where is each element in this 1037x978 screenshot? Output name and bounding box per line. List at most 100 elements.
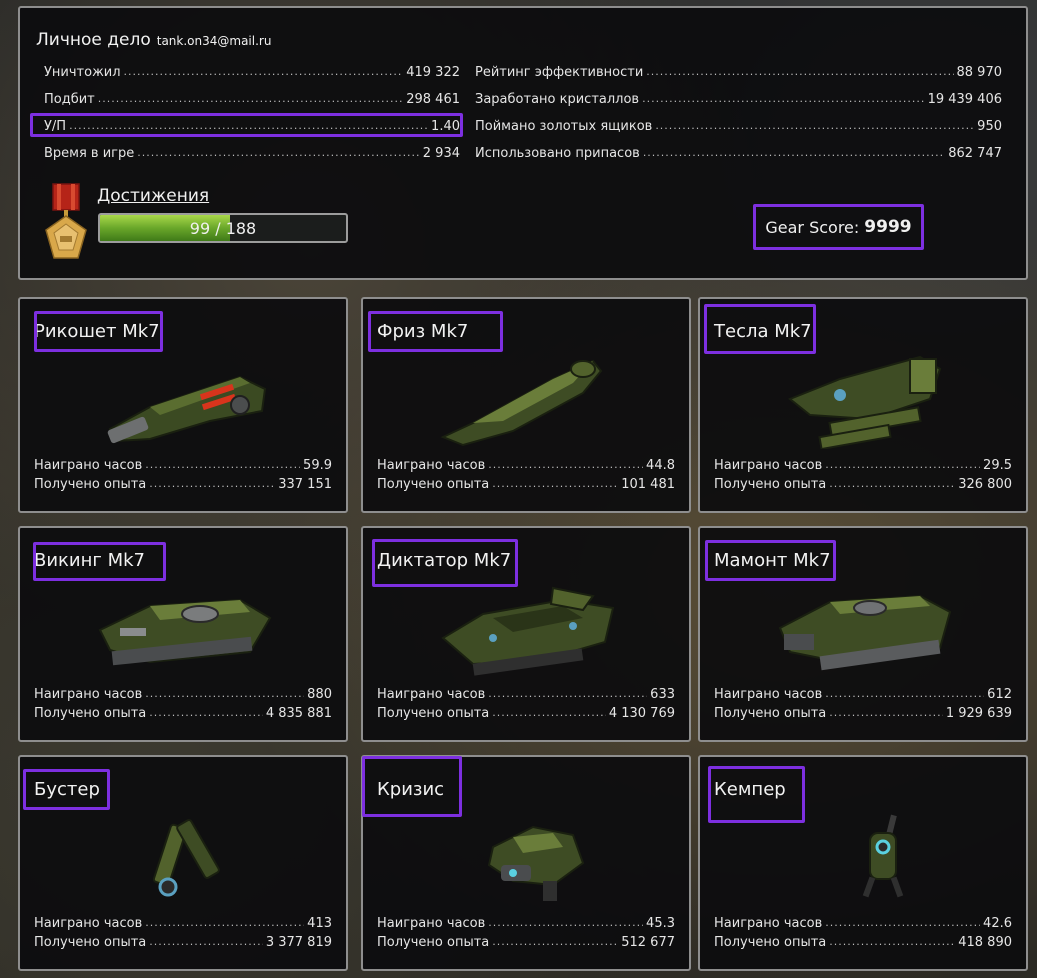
experience-row: Получено опыта 101 481 <box>377 472 675 492</box>
stat-value: 2 934 <box>422 146 460 161</box>
crisis-drone-icon <box>487 825 585 901</box>
achievements-progress-text: 99 / 188 <box>189 219 257 238</box>
equipment-card-viking[interactable]: Викинг Mk7 Наиграно часов880 Получено оп… <box>18 526 348 742</box>
card-title-highlight <box>34 311 163 352</box>
experience-row: Получено опыта 4 130 769 <box>377 701 675 721</box>
stat-label: Получено опыта <box>377 935 490 950</box>
gear-score-value: 9999 <box>864 217 912 237</box>
achievements-link[interactable]: Достижения <box>97 186 209 206</box>
experience-row: Получено опыта 512 677 <box>377 930 675 950</box>
stat-label: Подбит <box>44 92 95 107</box>
card-title-highlight <box>33 542 166 581</box>
stat-label: Наиграно часов <box>377 687 486 702</box>
stat-row-supplies-used: Использовано припасов 862 747 <box>475 141 1002 161</box>
stat-label: Получено опыта <box>34 477 147 492</box>
gear-score-box: Gear Score: 9999 <box>753 204 924 250</box>
stat-value: 4 835 881 <box>265 706 332 721</box>
experience-row: Получено опыта 4 835 881 <box>34 701 332 721</box>
stat-value: 45.3 <box>646 916 675 931</box>
camper-drone-icon <box>862 814 904 898</box>
stat-label: Получено опыта <box>714 706 827 721</box>
equipment-card-camper[interactable]: Кемпер Наиграно часов42.6 Получено опыта… <box>698 755 1028 971</box>
gear-score-label: Gear Score: <box>765 217 860 237</box>
stat-label: Наиграно часов <box>714 687 823 702</box>
stat-value: 413 <box>307 916 332 931</box>
stat-row-kills: Уничтожил 419 322 <box>44 60 460 80</box>
stat-value: 4 130 769 <box>608 706 675 721</box>
card-title-highlight <box>368 311 503 352</box>
stat-row-play-time: Время в игре 2 934 <box>44 141 460 161</box>
stat-label: Время в игре <box>44 146 135 161</box>
stat-label: Наиграно часов <box>34 687 143 702</box>
stat-label: Получено опыта <box>34 935 147 950</box>
kd-highlight-box <box>30 113 463 137</box>
stat-label: Наиграно часов <box>377 916 486 931</box>
profile-panel: Личное дело tank.on34@mail.ru Уничтожил 41… <box>18 6 1028 280</box>
profile-email: tank.on34@mail.ru <box>156 34 272 48</box>
experience-row: Получено опыта 1 929 639 <box>714 701 1012 721</box>
hours-played-row: Наиграно часов 880 <box>34 682 332 702</box>
stat-value: 612 <box>987 687 1012 702</box>
card-title-highlight <box>704 304 816 354</box>
stat-value: 880 <box>307 687 332 702</box>
card-title-highlight <box>705 540 836 581</box>
tesla-turret-icon <box>788 355 942 449</box>
experience-row: Получено опыта 326 800 <box>714 472 1012 492</box>
profile-title: Личное дело tank.on34@mail.ru <box>36 30 271 50</box>
stat-row-deaths: Подбит 298 461 <box>44 87 460 107</box>
stat-label: Использовано припасов <box>475 146 640 161</box>
stat-value: 44.8 <box>646 458 675 473</box>
stat-value: 29.5 <box>983 458 1012 473</box>
profile-title-text: Личное дело <box>36 30 151 50</box>
equipment-card-freeze[interactable]: Фриз Mk7 Наиграно часов44.8 Получено опы… <box>361 297 691 513</box>
hours-played-row: Наиграно часов 44.8 <box>377 453 675 473</box>
stat-label: Заработано кристаллов <box>475 92 640 107</box>
equipment-card-booster[interactable]: Бустер Наиграно часов413 Получено опыта3… <box>18 755 348 971</box>
stat-value: 337 151 <box>278 477 332 492</box>
stat-value: 101 481 <box>621 477 675 492</box>
stat-row-gold-boxes: Поймано золотых ящиков 950 <box>475 114 1002 134</box>
stat-value: 419 322 <box>406 65 460 80</box>
stat-value: 418 890 <box>958 935 1012 950</box>
stat-value: 862 747 <box>948 146 1002 161</box>
hours-played-row: Наиграно часов 59.9 <box>34 453 332 473</box>
stat-label: Получено опыта <box>377 706 490 721</box>
stat-row-efficiency-rating: Рейтинг эффективности 88 970 <box>475 60 1002 80</box>
stat-value: 59.9 <box>303 458 332 473</box>
stat-value: 42.6 <box>983 916 1012 931</box>
hours-played-row: Наиграно часов 42.6 <box>714 911 1012 931</box>
experience-row: Получено опыта 337 151 <box>34 472 332 492</box>
stat-label: Уничтожил <box>44 65 121 80</box>
stat-value: 3 377 819 <box>265 935 332 950</box>
stat-label: Поймано золотых ящиков <box>475 119 653 134</box>
stat-label: Получено опыта <box>714 477 827 492</box>
stat-value: 19 439 406 <box>927 92 1002 107</box>
stat-value: 88 970 <box>956 65 1003 80</box>
experience-row: Получено опыта 3 377 819 <box>34 930 332 950</box>
ricochet-turret-icon <box>107 375 267 444</box>
stat-label: Наиграно часов <box>714 916 823 931</box>
stat-label: Получено опыта <box>34 706 147 721</box>
stat-label: Наиграно часов <box>34 458 143 473</box>
experience-row: Получено опыта 418 890 <box>714 930 1012 950</box>
equipment-card-dictator[interactable]: Диктатор Mk7 Наиграно часов633 Получено … <box>361 526 691 742</box>
equipment-card-tesla[interactable]: Тесла Mk7 Наиграно часов29.5 Получено оп… <box>698 297 1028 513</box>
equipment-card-ricochet[interactable]: Рикошет Mk7 Наиграно часов59.9 Получено … <box>18 297 348 513</box>
hours-played-row: Наиграно часов 633 <box>377 682 675 702</box>
stat-value: 633 <box>650 687 675 702</box>
achievements-progress-bar: 99 / 188 <box>98 213 348 243</box>
card-title-highlight <box>23 769 110 810</box>
hours-played-row: Наиграно часов 29.5 <box>714 453 1012 473</box>
stat-label: Получено опыта <box>714 935 827 950</box>
dictator-hull-icon <box>441 586 615 676</box>
stat-label: Рейтинг эффективности <box>475 65 644 80</box>
achievement-medal-icon <box>45 183 87 259</box>
stat-label: Наиграно часов <box>34 916 143 931</box>
mammoth-hull-icon <box>778 594 952 671</box>
hours-played-row: Наиграно часов 612 <box>714 682 1012 702</box>
stat-value: 512 677 <box>621 935 675 950</box>
equipment-card-mammoth[interactable]: Мамонт Mk7 Наиграно часов612 Получено оп… <box>698 526 1028 742</box>
equipment-card-crisis[interactable]: Кризис Наиграно часов45.3 Получено опыта… <box>361 755 691 971</box>
viking-hull-icon <box>98 598 272 666</box>
stat-value: 298 461 <box>406 92 460 107</box>
